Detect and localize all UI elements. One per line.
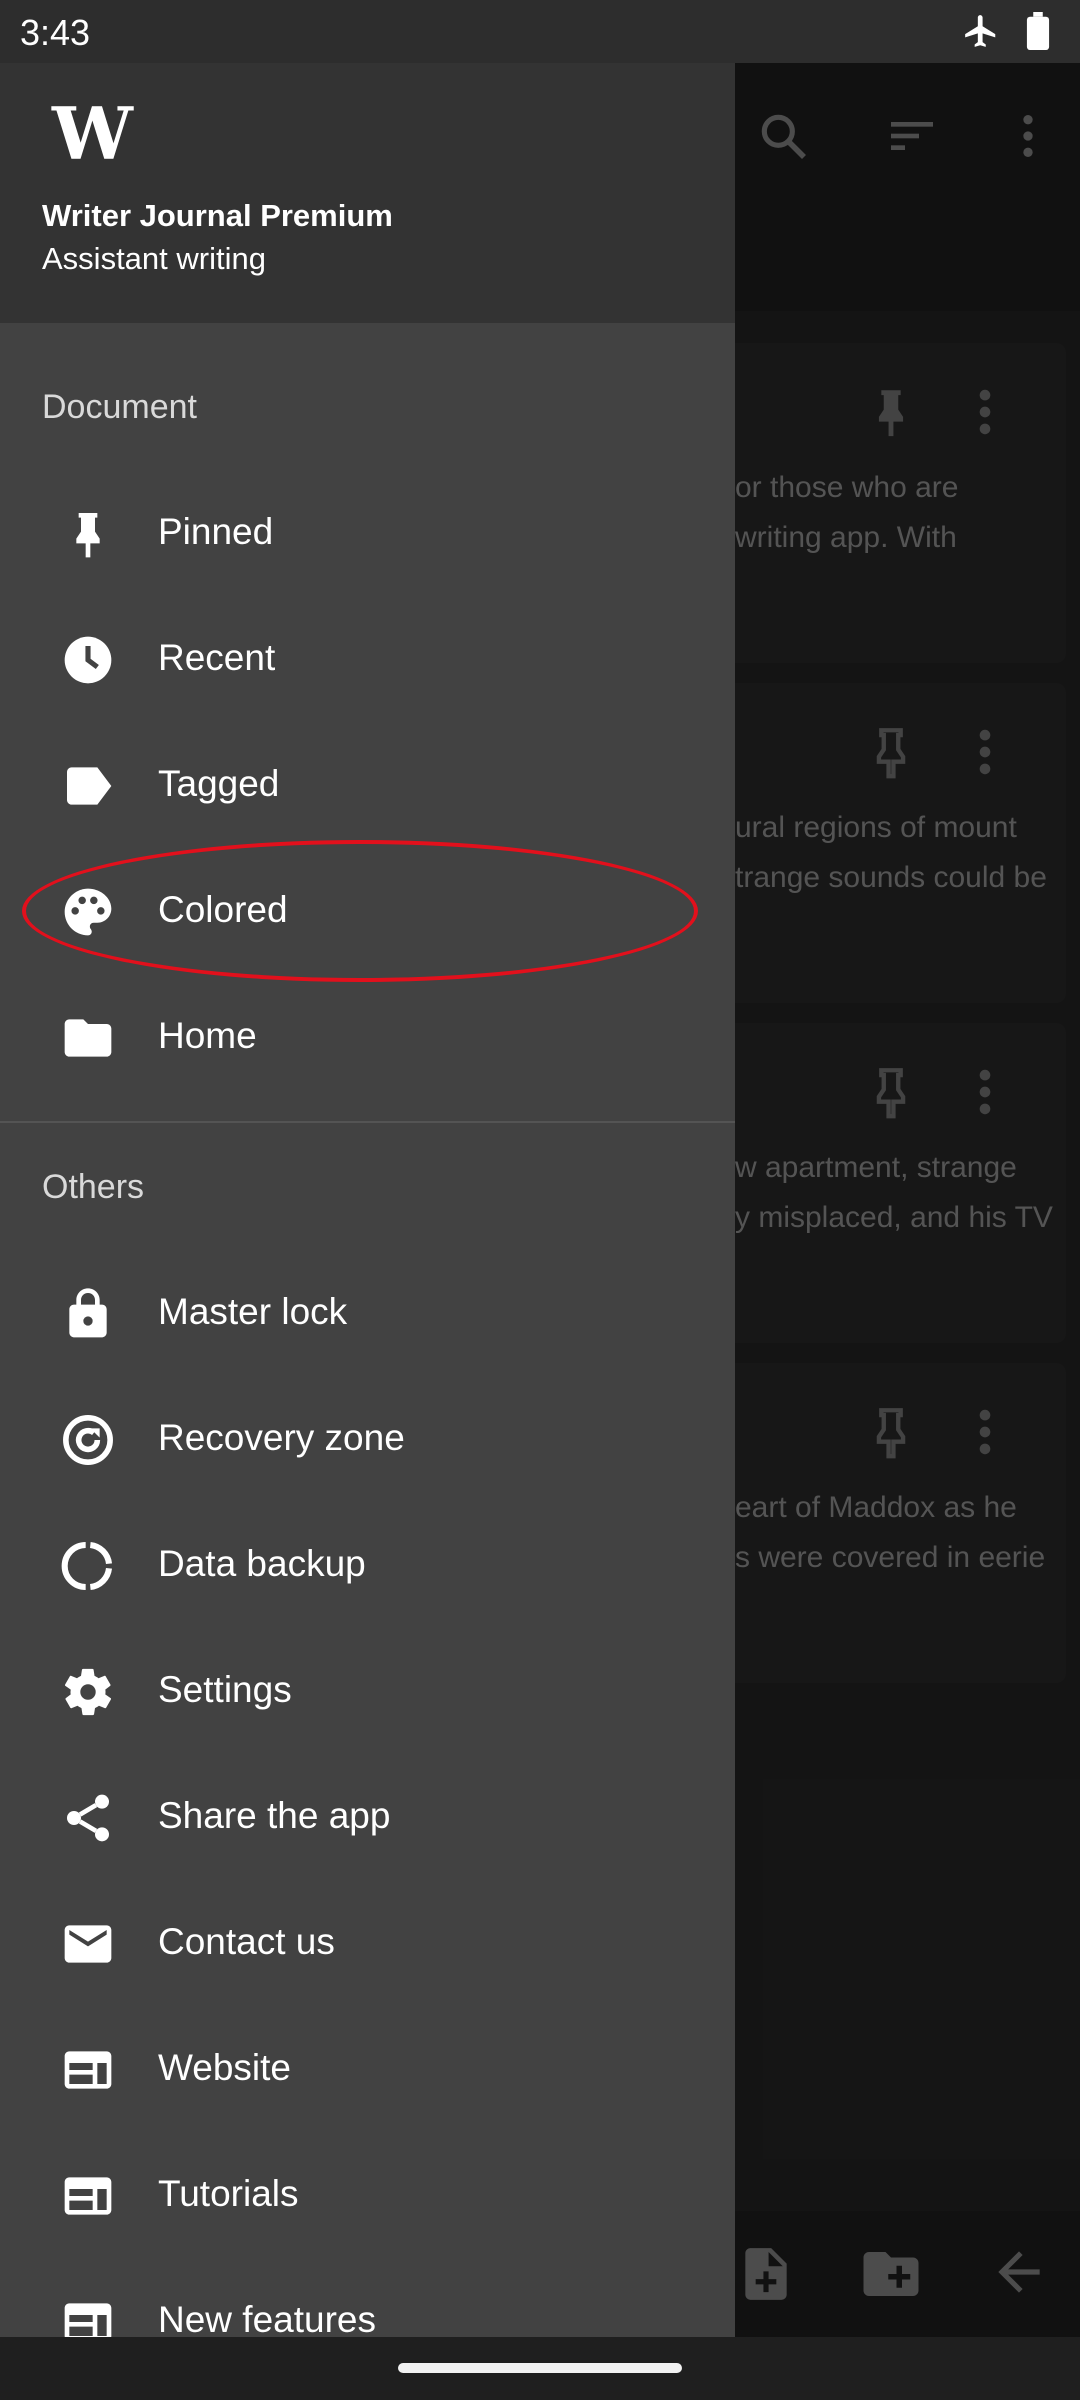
highlight-annotation [22, 840, 698, 982]
menu-item-tutorials[interactable]: Tutorials [0, 2133, 735, 2259]
menu-item-data-backup[interactable]: Data backup [0, 1503, 735, 1629]
menu-item-share-the-app[interactable]: Share the app [0, 1755, 735, 1881]
gear-icon [58, 1662, 118, 1722]
clock-icon [58, 630, 118, 690]
menu-item-website[interactable]: Website [0, 2007, 735, 2133]
menu-item-label: Tagged [158, 763, 280, 804]
drawer-header: W Writer Journal Premium Assistant writi… [0, 63, 735, 323]
navigation-drawer: W Writer Journal Premium Assistant writi… [0, 63, 735, 2337]
backup-icon [58, 1536, 118, 1596]
menu-item-recovery-zone[interactable]: Recovery zone [0, 1377, 735, 1503]
tutorial-icon [58, 2166, 118, 2226]
menu-item-contact-us[interactable]: Contact us [0, 1881, 735, 2007]
menu-item-label: Master lock [158, 1291, 348, 1332]
lock-icon [58, 1284, 118, 1344]
recovery-icon [58, 1410, 118, 1470]
menu-item-label: Website [158, 2047, 291, 2088]
menu-item-master-lock[interactable]: Master lock [0, 1251, 735, 1377]
tag-icon [58, 756, 118, 816]
menu-item-label: Recent [158, 637, 276, 678]
menu-item-home[interactable]: Home [0, 975, 735, 1101]
menu-item-pinned[interactable]: Pinned [0, 471, 735, 597]
airplane-mode-icon [965, 15, 996, 47]
menu-item-label: Share the app [158, 1795, 391, 1836]
section-divider [0, 1121, 735, 1123]
menu-item-settings[interactable]: Settings [0, 1629, 735, 1755]
menu-item-label: Recovery zone [158, 1417, 405, 1458]
menu-item-label: Pinned [158, 511, 274, 552]
menu-item-tagged[interactable]: Tagged [0, 723, 735, 849]
menu-item-label: New features [158, 2299, 376, 2337]
menu-item-recent[interactable]: Recent [0, 597, 735, 723]
web-icon [58, 2040, 118, 2100]
battery-icon [1026, 12, 1050, 50]
menu-item-new-features[interactable]: New features [0, 2259, 735, 2337]
system-navigation-bar [0, 2337, 1080, 2400]
menu-item-label: Contact us [158, 1921, 335, 1962]
app-title: Writer Journal Premium [42, 198, 393, 233]
folder-icon [58, 1008, 118, 1068]
app-subtitle: Assistant writing [42, 241, 266, 276]
section-title-document: Document [42, 388, 197, 426]
pin-icon [58, 504, 118, 564]
share-icon [58, 1788, 118, 1848]
menu-item-label: Tutorials [158, 2173, 299, 2214]
status-bar: 3:43 [0, 0, 1080, 63]
status-time: 3:43 [20, 12, 91, 53]
section-title-others: Others [42, 1168, 145, 1206]
menu-item-label: Home [158, 1015, 257, 1056]
features-icon [58, 2292, 118, 2337]
menu-item-label: Settings [158, 1669, 292, 1710]
app-logo: W [52, 91, 133, 176]
home-gesture-handle[interactable] [398, 2363, 682, 2373]
mail-icon [58, 1914, 118, 1974]
menu-item-label: Data backup [158, 1543, 366, 1584]
